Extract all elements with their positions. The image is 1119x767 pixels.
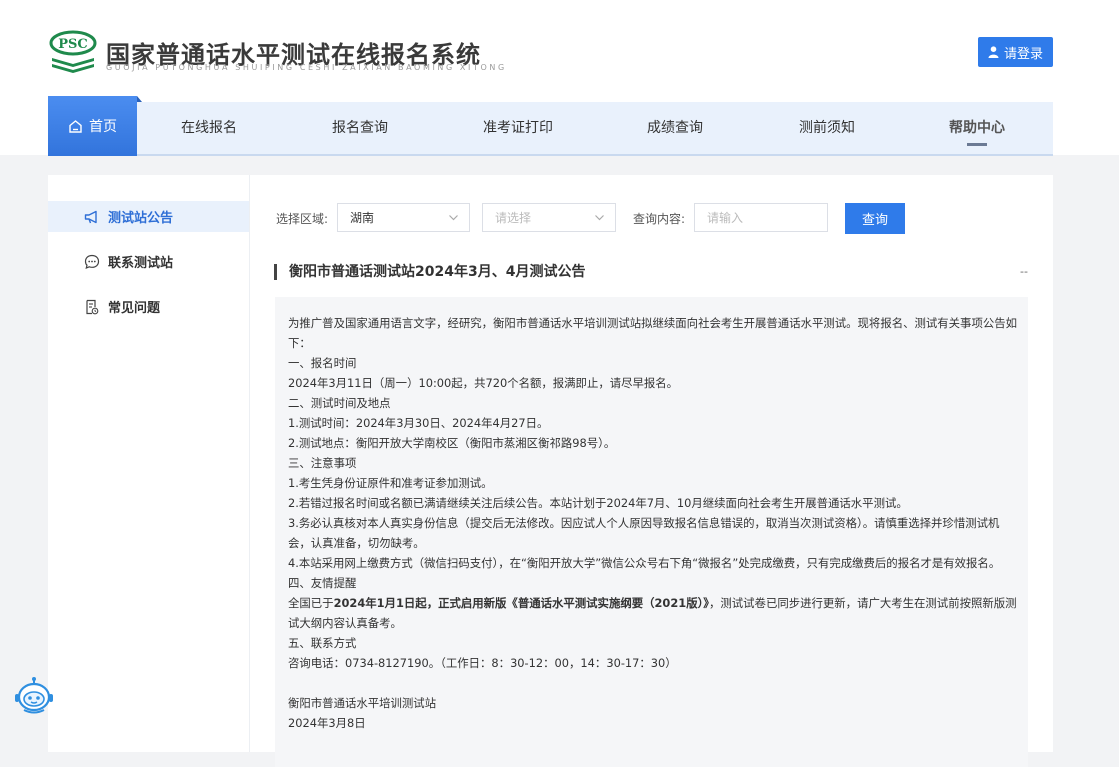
notice-reminder: 全国已于2024年1月1日起，正式启用新版《普通话水平测试实施纲要（2021版）…: [288, 593, 1018, 633]
svg-text:PSC: PSC: [58, 37, 88, 52]
nav-home[interactable]: 首页: [48, 96, 142, 156]
chatbot-robot-icon[interactable]: [12, 676, 56, 716]
notice-body: 为推广普及国家通用语言文字，经研究，衡阳市普通话水平培训测试站拟继续面向社会考生…: [275, 297, 1028, 767]
megaphone-icon: [84, 210, 97, 223]
region-select-value: 湖南: [350, 211, 375, 225]
reminder-prefix: 全国已于: [288, 596, 334, 610]
notice-paragraph: 为推广普及国家通用语言文字，经研究，衡阳市普通话水平培训测试站拟继续面向社会考生…: [288, 316, 1018, 350]
notice-text: 为推广普及国家通用语言文字，经研究，衡阳市普通话水平培训测试站拟继续面向社会考生…: [288, 313, 1018, 733]
content-card: 测试站公告 联系测试站 常见问题 选择区域: 湖南 请选择 查询内容: 请输入 …: [48, 175, 1053, 767]
nav-help-center[interactable]: 帮助中心: [936, 102, 1018, 154]
chevron-down-icon: [595, 215, 604, 221]
station-select[interactable]: 请选择: [482, 203, 616, 232]
query-label: 查询内容:: [633, 211, 686, 226]
sidebar: 测试站公告 联系测试站 常见问题: [48, 175, 250, 752]
nav-online-registration[interactable]: 在线报名: [168, 102, 250, 154]
region-select[interactable]: 湖南: [337, 203, 470, 232]
notice-contact: 咨询电话：0734-8127190。（工作日：8：30-12：00，14：30-…: [288, 656, 677, 670]
station-select-placeholder: 请选择: [495, 211, 532, 225]
psc-logo: PSC: [49, 30, 97, 73]
nav-admission-ticket-print[interactable]: 准考证打印: [473, 102, 563, 154]
chevron-down-icon: [449, 215, 458, 221]
home-icon: [69, 119, 82, 133]
notice-paragraph: 3.务必认真核对本人真实身份信息（提交后无法修改。因应试人个人原因导致报名信息错…: [288, 516, 1000, 550]
nav-help-center-label: 帮助中心: [949, 120, 1005, 136]
sidebar-item-label: 测试站公告: [108, 211, 174, 226]
query-input[interactable]: 请输入: [694, 203, 828, 232]
notice-paragraph: 2024年3月11日（周一）10:00起，共720个名额，报满即止，请尽早报名。: [288, 376, 679, 390]
header: PSC 国家普通话水平测试在线报名系统 GUOJIA PUTONGHUA SHU…: [0, 0, 1119, 156]
notice-paragraph: 4.本站采用网上缴费方式（微信扫码支付），在“衡阳开放大学”微信公众号右下角“微…: [288, 556, 1001, 570]
sidebar-item-announcements[interactable]: 测试站公告: [48, 201, 249, 232]
region-label: 选择区域:: [276, 211, 329, 226]
notice-heading: 二、测试时间及地点: [288, 396, 391, 410]
sidebar-item-contact[interactable]: 联系测试站: [48, 246, 249, 277]
login-label: 请登录: [1003, 46, 1043, 62]
login-button[interactable]: 请登录: [978, 37, 1053, 67]
nav-home-label: 首页: [89, 119, 117, 135]
notice-heading: 一、报名时间: [288, 356, 357, 370]
notice-collapse-toggle[interactable]: --: [1020, 265, 1028, 278]
notice-signature: 衡阳市普通话水平培训测试站: [288, 696, 437, 710]
nav-score-query[interactable]: 成绩查询: [634, 102, 716, 154]
nav-pre-test-notice[interactable]: 测前须知: [786, 102, 868, 154]
main-nav: 首页 在线报名 报名查询 准考证打印 成绩查询 测前须知 帮助中心: [48, 96, 1053, 156]
nav-registration-query[interactable]: 报名查询: [319, 102, 401, 154]
notice-heading: 五、联系方式: [288, 636, 357, 650]
query-button[interactable]: 查询: [845, 203, 905, 234]
chat-icon: [84, 254, 100, 269]
site-subtitle: GUOJIA PUTONGHUA SHUIPING CESHI ZAIXIAN …: [106, 63, 507, 72]
notice-paragraph: 1.考生凭身份证原件和准考证参加测试。: [288, 476, 493, 490]
notice-date: 2024年3月8日: [288, 716, 366, 730]
sidebar-item-faq[interactable]: 常见问题: [48, 291, 249, 322]
notice-paragraph: 2.测试地点：衡阳开放大学南校区（衡阳市蒸湘区衡祁路98号）。: [288, 436, 616, 450]
active-tab-indicator: [967, 143, 987, 146]
user-icon: [988, 46, 999, 58]
document-icon: [86, 299, 99, 314]
sidebar-item-label: 常见问题: [108, 301, 161, 316]
notice-paragraph: 1.测试时间：2024年3月30日、2024年4月27日。: [288, 416, 549, 430]
notice-heading: 四、友情提醒: [288, 576, 357, 590]
notice-title: 衡阳市普通话测试站2024年3月、4月测试公告: [274, 264, 585, 280]
notice-heading: 三、注意事项: [288, 456, 357, 470]
reminder-bold: 2024年1月1日起，正式启用新版《普通话水平测试实施纲要（2021版）》: [333, 596, 709, 610]
sidebar-item-label: 联系测试站: [108, 256, 174, 271]
query-input-placeholder: 请输入: [707, 211, 744, 225]
notice-paragraph: 2.若错过报名时间或名额已满请继续关注后续公告。本站计划于2024年7月、10月…: [288, 496, 908, 510]
